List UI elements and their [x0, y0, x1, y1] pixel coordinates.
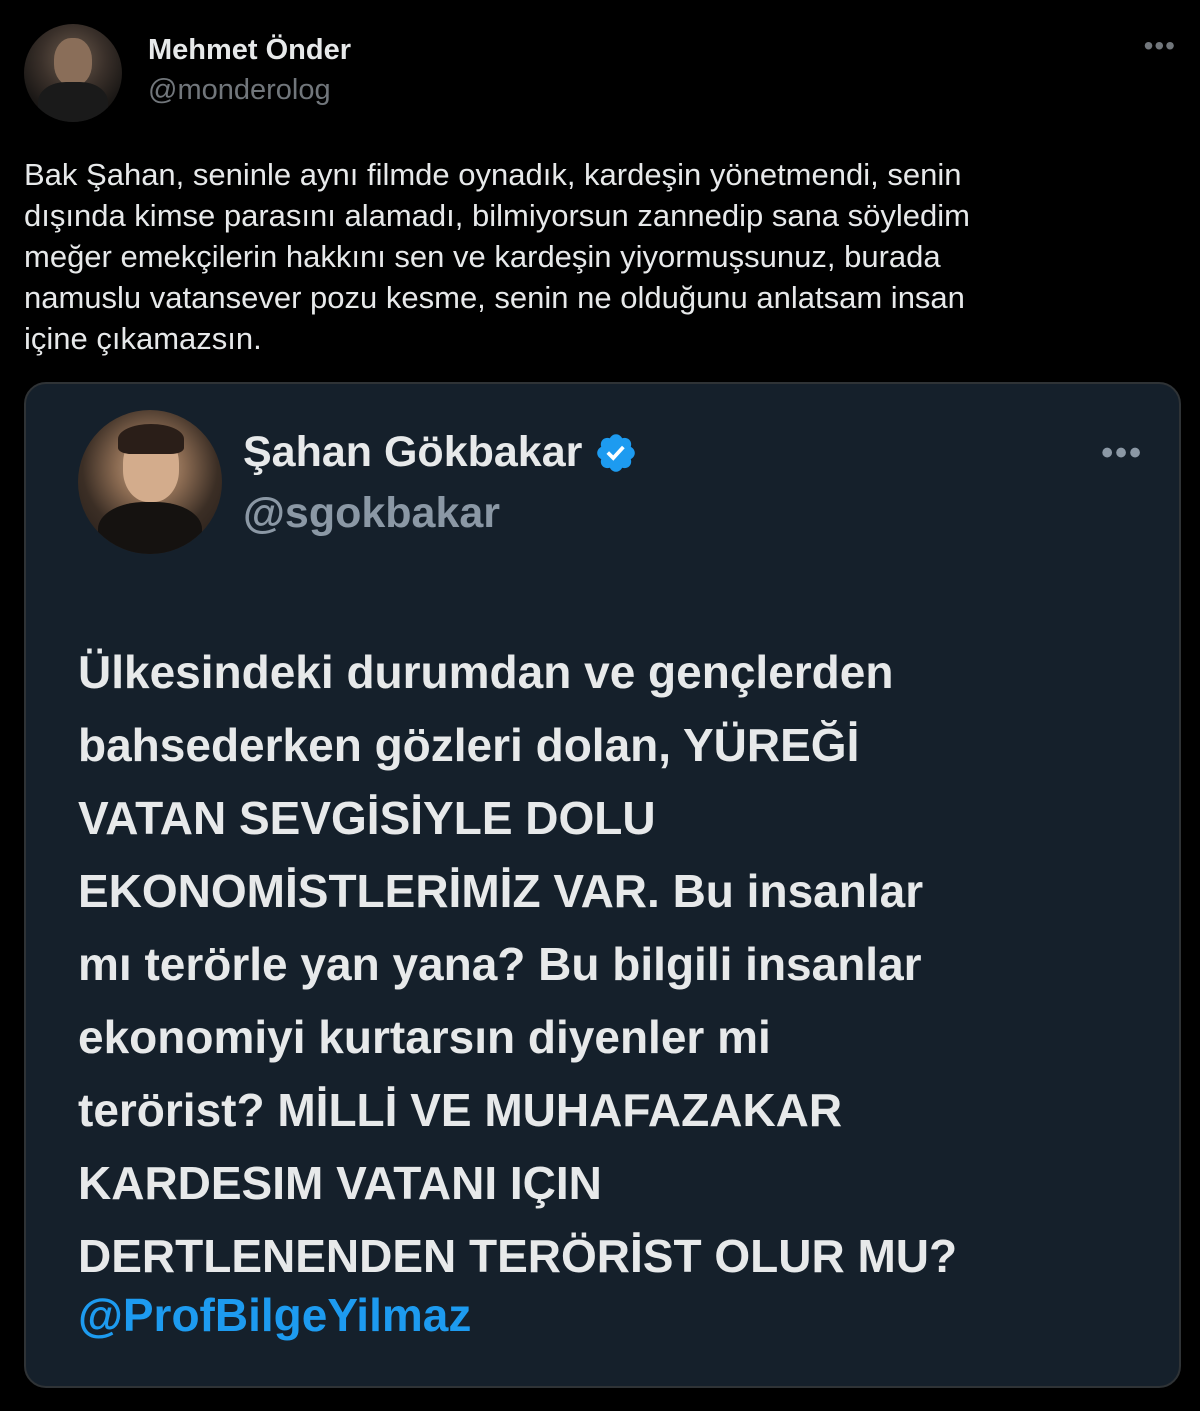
quoted-line: DERTLENENDEN TERÖRİST OLUR MU?: [78, 1230, 958, 1282]
quoted-avatar-hair: [118, 424, 184, 454]
tweet-text: Bak Şahan, seninle aynı filmde oynadık, …: [24, 157, 970, 356]
quoted-author-name[interactable]: Şahan Gökbakar: [243, 428, 582, 477]
quoted-text: Ülkesindeki durumdan ve gençlerden bahse…: [78, 636, 1138, 1293]
quoted-line: VATAN SEVGİSİYLE DOLU: [78, 792, 656, 844]
author-name[interactable]: Mehmet Önder: [148, 34, 351, 67]
tweet-header: Mehmet Önder @monderolog •••: [24, 24, 1176, 124]
quoted-tweet[interactable]: Şahan Gökbakar @sgokbakar ••• Ülkesindek…: [24, 382, 1181, 1388]
quoted-more-icon[interactable]: •••: [1101, 434, 1143, 473]
avatar-face: [54, 38, 92, 86]
more-icon[interactable]: •••: [1144, 30, 1176, 62]
mention-link[interactable]: @ProfBilgeYilmaz: [78, 1288, 471, 1342]
quoted-line: bahsederken gözleri dolan, YÜREĞİ: [78, 719, 860, 771]
quoted-line: terörist? MİLLİ VE MUHAFAZAKAR: [78, 1084, 843, 1136]
quoted-line: KARDESIM VATANI IÇIN: [78, 1157, 602, 1209]
avatar[interactable]: [24, 24, 122, 122]
quoted-author-name-row[interactable]: Şahan Gökbakar: [243, 428, 638, 477]
quoted-author-handle[interactable]: @sgokbakar: [243, 489, 500, 538]
verified-badge-icon: [597, 433, 636, 472]
quoted-avatar[interactable]: [78, 410, 222, 554]
quoted-line: mı terörle yan yana? Bu bilgili insanlar: [78, 938, 922, 990]
avatar-body: [38, 82, 108, 122]
quoted-line: ekonomiyi kurtarsın diyenler mi: [78, 1011, 771, 1063]
quoted-line: Ülkesindeki durumdan ve gençlerden: [78, 646, 894, 698]
quoted-avatar-body: [98, 502, 202, 554]
author-handle[interactable]: @monderolog: [148, 74, 331, 107]
quoted-line: EKONOMİSTLERİMİZ VAR. Bu insanlar: [78, 865, 924, 917]
tweet: Mehmet Önder @monderolog ••• Bak Şahan, …: [0, 0, 1200, 1411]
